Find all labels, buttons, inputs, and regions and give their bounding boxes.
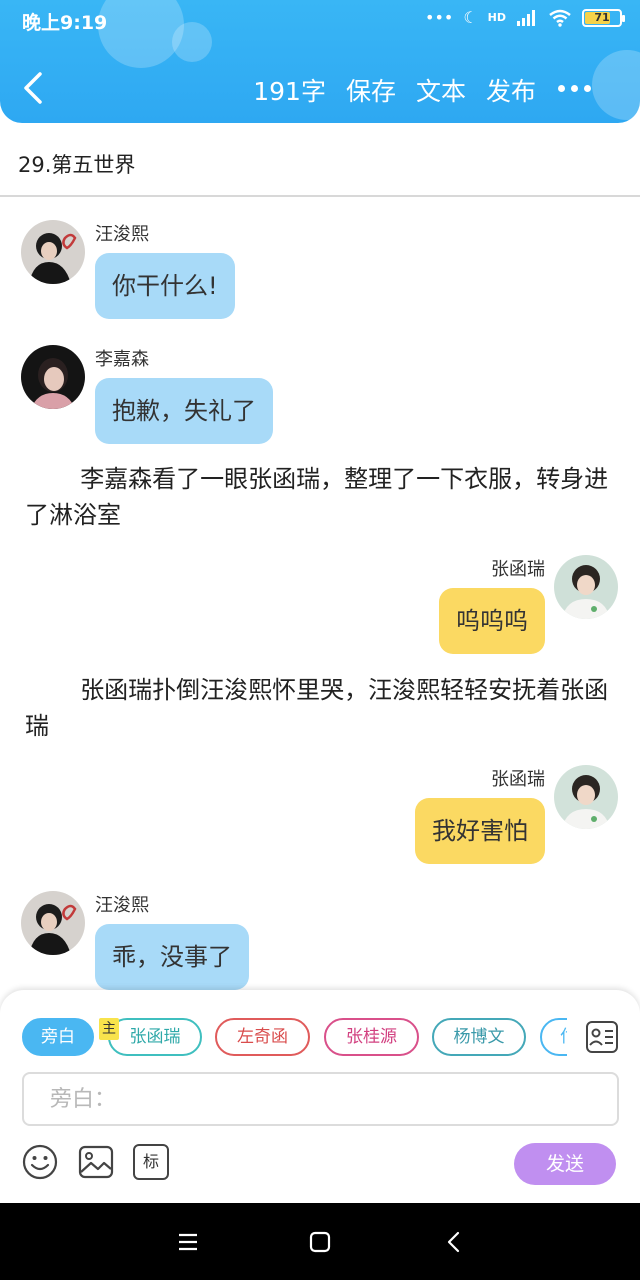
more-options-button[interactable] xyxy=(558,76,598,100)
back-button[interactable] xyxy=(18,68,48,108)
message-left[interactable]: 汪浚熙 乖，没事了 xyxy=(0,886,640,990)
role-chip-zhanghanrui[interactable]: 张函瑞 xyxy=(108,1018,202,1056)
message-input[interactable] xyxy=(24,1074,617,1124)
message-right[interactable]: 张函瑞 我好害怕 xyxy=(0,760,640,870)
menu-icon[interactable] xyxy=(175,1229,201,1255)
sender-name: 张函瑞 xyxy=(491,769,545,790)
dot xyxy=(571,84,578,92)
main-role-badge: 主 xyxy=(99,1018,119,1040)
status-icons: ••• ☾ HD 71 xyxy=(425,8,625,27)
hd-signal-icon: HD xyxy=(487,11,506,24)
system-nav-bar xyxy=(0,1203,640,1280)
role-chip-yangbowen[interactable]: 杨博文 xyxy=(432,1018,526,1056)
avatar[interactable] xyxy=(21,891,85,955)
home-icon[interactable] xyxy=(307,1229,333,1255)
role-chip-zuoqihan[interactable]: 左奇函 xyxy=(215,1018,310,1056)
image-icon[interactable] xyxy=(78,1144,114,1180)
message-bubble[interactable]: 抱歉，失礼了 xyxy=(95,378,273,444)
message-bubble[interactable]: 呜呜呜 xyxy=(439,588,545,654)
avatar[interactable] xyxy=(554,555,618,619)
publish-button[interactable]: 发布 xyxy=(486,72,536,108)
message-bubble[interactable]: 你干什么! xyxy=(95,253,235,319)
message-right[interactable]: 张函瑞 呜呜呜 xyxy=(0,550,640,660)
text-button[interactable]: 文本 xyxy=(416,72,466,108)
message-left[interactable]: 李嘉森 抱歉，失礼了 xyxy=(0,340,640,450)
message-bubble[interactable]: 我好害怕 xyxy=(415,798,545,864)
narration-text[interactable]: 张函瑞扑倒汪浚熙怀里哭，汪浚熙轻轻安抚着张函瑞 xyxy=(25,672,620,744)
chapter-header[interactable]: 29.第五世界 xyxy=(0,123,640,197)
message-bubble[interactable]: 乖，没事了 xyxy=(95,924,249,990)
sender-name: 李嘉森 xyxy=(95,349,149,370)
send-button[interactable]: 发送 xyxy=(514,1143,616,1185)
avatar[interactable] xyxy=(21,220,85,284)
moon-icon: ☾ xyxy=(463,8,478,27)
header-actions: 191字 保存 文本 发布 xyxy=(253,72,536,108)
save-button[interactable]: 保存 xyxy=(346,72,396,108)
message-left[interactable]: 汪浚熙 你干什么! xyxy=(0,215,640,325)
composer-panel: 旁白 张函瑞 左奇函 张桂源 杨博文 付 主 标 发送 xyxy=(0,990,640,1203)
avatar[interactable] xyxy=(21,345,85,409)
emoji-icon[interactable] xyxy=(22,1144,58,1180)
role-chip-more[interactable]: 付 xyxy=(540,1018,567,1056)
tag-button[interactable]: 标 xyxy=(133,1144,169,1180)
word-count: 191字 xyxy=(253,77,326,106)
battery-icon: 71 xyxy=(582,8,625,27)
sender-name: 汪浚熙 xyxy=(95,224,149,245)
back-nav-icon[interactable] xyxy=(441,1229,467,1255)
dots-icon: ••• xyxy=(425,8,454,27)
signal-icon xyxy=(517,9,535,26)
sender-name: 汪浚熙 xyxy=(95,895,149,916)
dot xyxy=(584,84,591,92)
status-time: 晚上9:19 xyxy=(22,12,108,34)
sender-name: 张函瑞 xyxy=(491,559,545,580)
message-input-box[interactable] xyxy=(22,1072,619,1126)
chevron-left-icon xyxy=(24,72,42,104)
battery-level: 71 xyxy=(594,10,610,24)
narration-text[interactable]: 李嘉森看了一眼张函瑞，整理了一下衣服，转身进了淋浴室 xyxy=(25,461,620,533)
top-bar: 晚上9:19 ••• ☾ HD 71 191字 保存 文本 发布 xyxy=(0,0,640,123)
role-chip-zhangguiyuan[interactable]: 张桂源 xyxy=(324,1018,419,1056)
status-bar: 晚上9:19 ••• ☾ HD 71 xyxy=(0,0,640,40)
wifi-icon xyxy=(549,9,571,27)
chapter-title: 29.第五世界 xyxy=(18,153,136,177)
contact-card-icon[interactable] xyxy=(585,1020,619,1054)
avatar[interactable] xyxy=(554,765,618,829)
role-chip-narrator[interactable]: 旁白 xyxy=(22,1018,94,1056)
dot xyxy=(558,84,565,92)
decor-bubble xyxy=(592,50,640,120)
